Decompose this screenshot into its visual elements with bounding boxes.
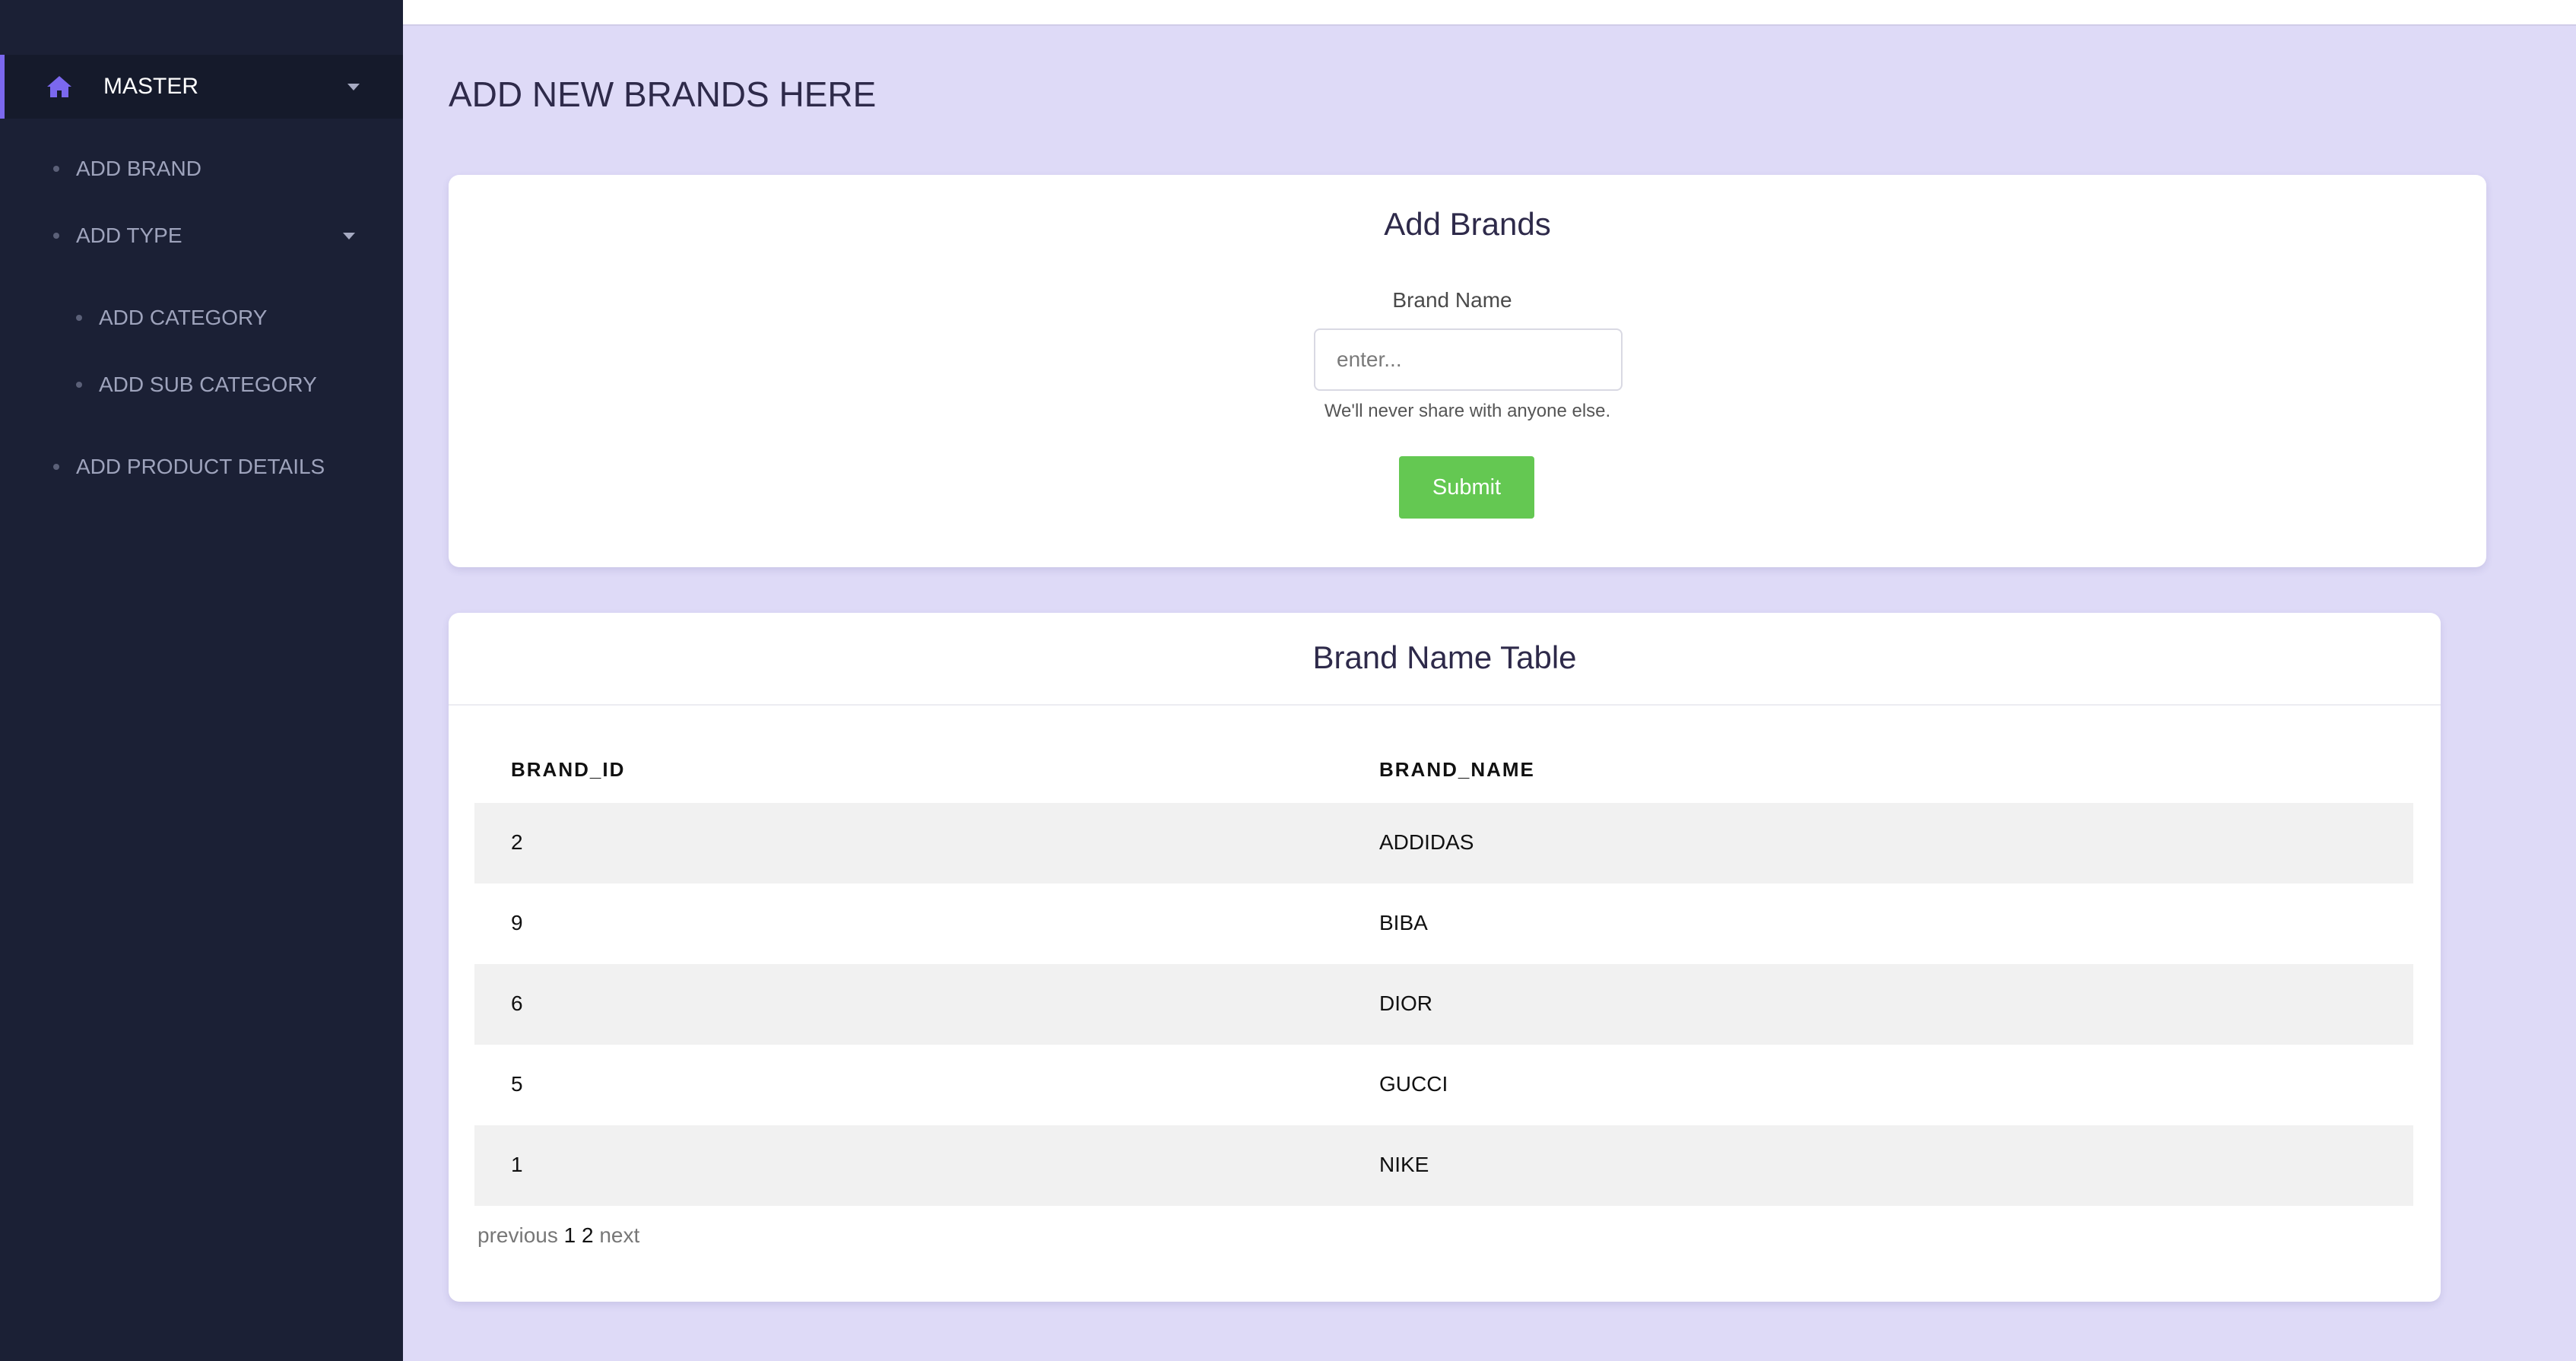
brand-table-card: Brand Name Table BRAND_ID BRAND_NAME 2 A… (449, 613, 2441, 1302)
table-row[interactable]: 1 NIKE (474, 1125, 2413, 1206)
brand-id-cell: 6 (511, 991, 523, 1015)
pagination: previous 1 2 next (477, 1223, 639, 1248)
brand-name-cell: BIBA (1379, 911, 1428, 934)
chevron-down-icon[interactable] (343, 233, 355, 240)
brand-name-cell: GUCCI (1379, 1072, 1448, 1096)
top-bar (403, 0, 2576, 26)
page-link-2[interactable]: 2 (582, 1223, 594, 1247)
help-text: We'll never share with anyone else. (1324, 401, 1611, 421)
sidebar-item-master[interactable]: MASTER (0, 55, 403, 119)
column-header-brand-name[interactable]: BRAND_NAME (1379, 757, 1535, 782)
brand-id-cell: 5 (511, 1072, 523, 1096)
bullet-icon (76, 382, 82, 388)
sidebar-item-add-type[interactable]: ADD TYPE (76, 223, 182, 249)
sidebar-item-add-product-details[interactable]: ADD PRODUCT DETAILS (76, 454, 325, 480)
brand-name-label: Brand Name (1392, 288, 1512, 312)
brand-name-cell: NIKE (1379, 1153, 1429, 1176)
submit-button[interactable]: Submit (1399, 456, 1534, 519)
column-header-brand-id[interactable]: BRAND_ID (511, 757, 625, 782)
table-header: BRAND_ID BRAND_NAME (474, 734, 2413, 803)
chevron-down-icon (347, 84, 360, 90)
table-row[interactable]: 6 DIOR (474, 964, 2413, 1045)
page-title: ADD NEW BRANDS HERE (449, 75, 877, 114)
bullet-icon (53, 233, 59, 239)
card-title: Brand Name Table (1312, 639, 1577, 675)
card-title: Add Brands (1384, 206, 1551, 242)
bullet-icon (76, 315, 82, 321)
sidebar-item-master-label: MASTER (103, 74, 199, 99)
sidebar-item-add-category[interactable]: ADD CATEGORY (99, 305, 267, 331)
home-icon (47, 76, 71, 97)
sidebar: MASTER ADD BRAND ADD TYPE ADD CATEGORY A… (0, 0, 403, 1361)
table-row[interactable]: 5 GUCCI (474, 1045, 2413, 1125)
bullet-icon (53, 464, 59, 470)
brand-name-input[interactable] (1314, 328, 1623, 391)
brand-id-cell: 1 (511, 1153, 523, 1176)
next-link[interactable]: next (599, 1223, 639, 1247)
table-row[interactable]: 9 BIBA (474, 884, 2413, 964)
divider (449, 704, 2441, 706)
page-link-1[interactable]: 1 (564, 1223, 576, 1247)
sidebar-item-add-sub-category[interactable]: ADD SUB CATEGORY (99, 372, 317, 398)
add-brand-card: Add Brands Brand Name We'll never share … (449, 175, 2486, 567)
brand-id-cell: 2 (511, 830, 523, 854)
previous-link[interactable]: previous (477, 1223, 558, 1247)
brand-id-cell: 9 (511, 911, 523, 934)
brand-name-cell: DIOR (1379, 991, 1432, 1015)
bullet-icon (53, 166, 59, 172)
sidebar-item-add-brand[interactable]: ADD BRAND (76, 156, 201, 182)
table-row[interactable]: 2 ADDIDAS (474, 803, 2413, 884)
brand-name-cell: ADDIDAS (1379, 830, 1474, 854)
